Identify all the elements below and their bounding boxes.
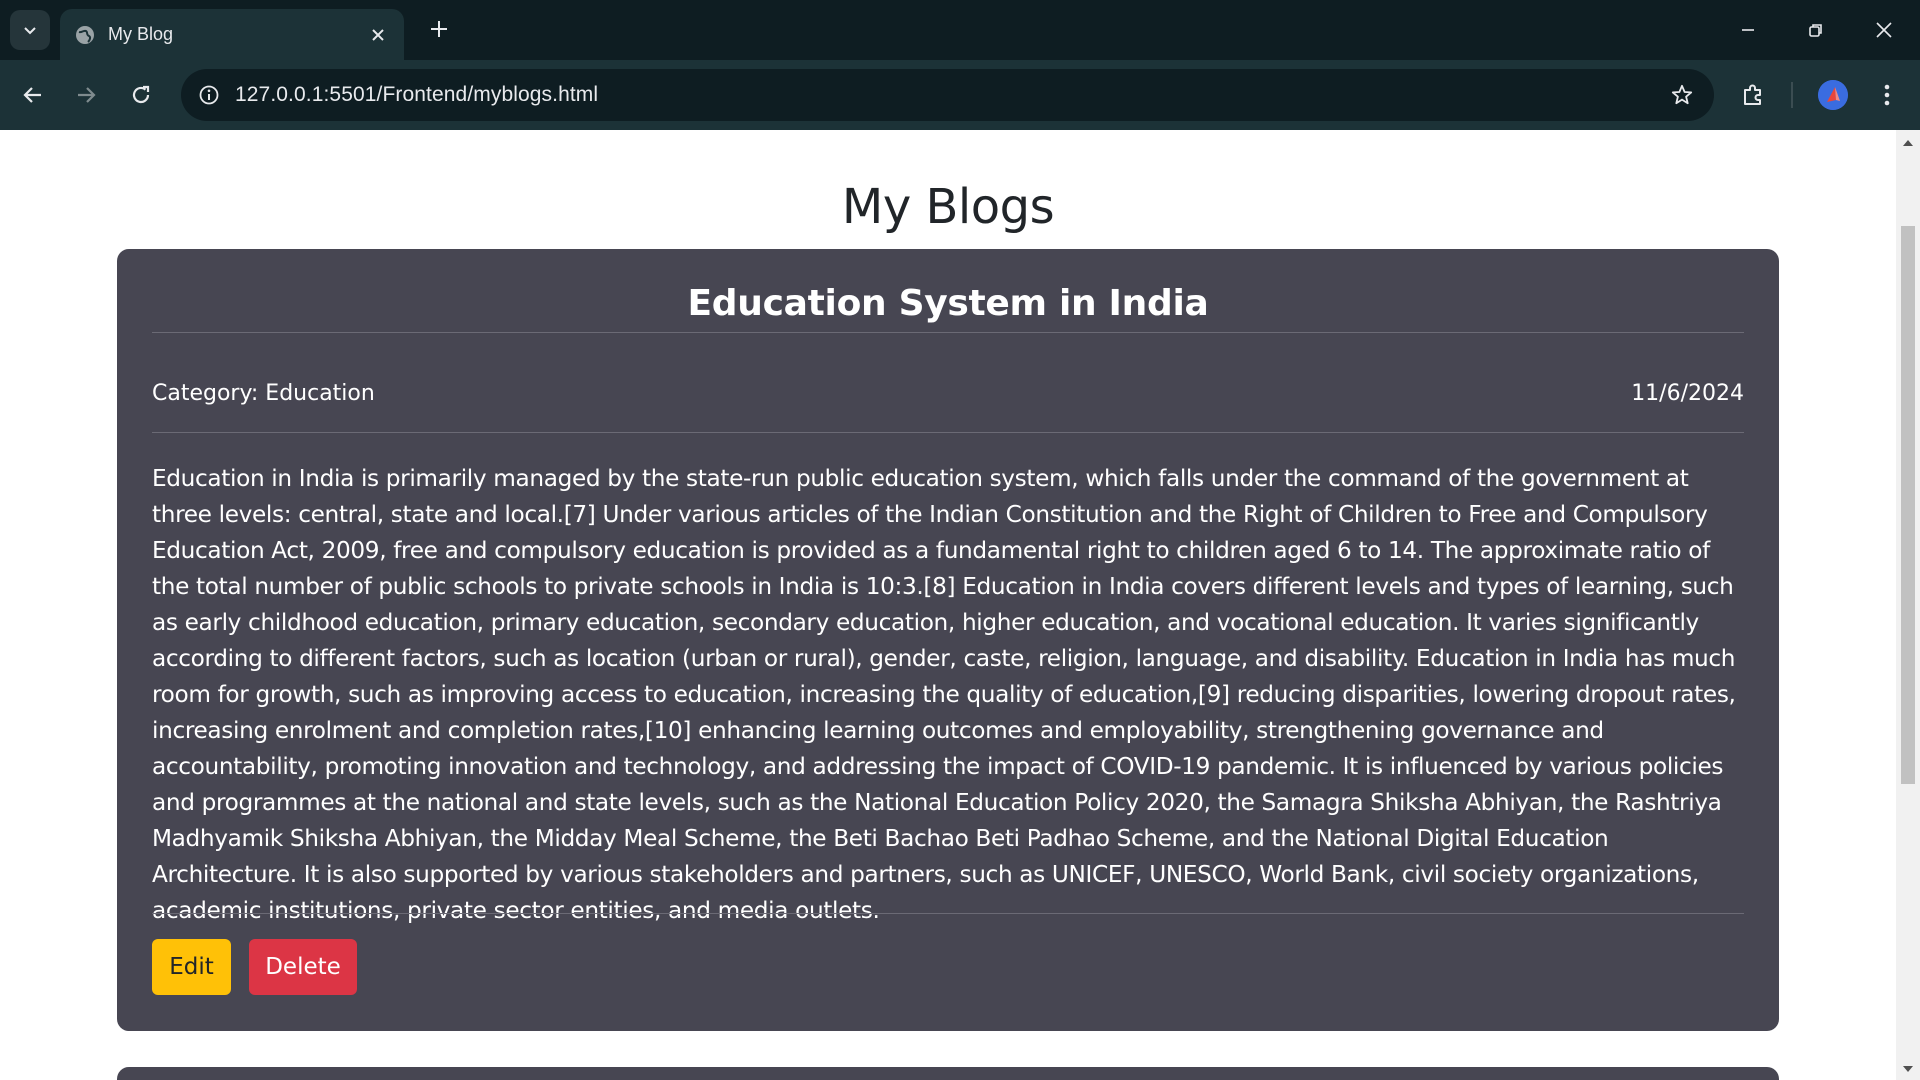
browser-tabstrip: My Blog [0, 0, 1920, 60]
reload-icon [132, 85, 150, 104]
star-icon[interactable] [1664, 77, 1700, 113]
address-bar[interactable]: 127.0.0.1:5501/Frontend/myblogs.html [181, 69, 1714, 121]
browser-toolbar: 127.0.0.1:5501/Frontend/myblogs.html [0, 60, 1920, 130]
url-text[interactable]: 127.0.0.1:5501/Frontend/myblogs.html [235, 83, 598, 107]
plus-icon [431, 21, 447, 37]
blog-date: 11/6/2024 [1631, 381, 1744, 406]
close-window-button[interactable] [1860, 10, 1908, 50]
close-icon[interactable] [366, 23, 390, 47]
minimize-icon [1742, 29, 1754, 31]
scroll-down-arrow[interactable] [1896, 1058, 1920, 1080]
arrow-left-icon [23, 87, 41, 103]
avatar[interactable] [1818, 80, 1848, 110]
forward-button[interactable] [68, 77, 104, 113]
globe-icon [74, 24, 96, 46]
arrow-right-icon [78, 87, 96, 103]
menu-button[interactable] [1869, 77, 1905, 113]
delete-button[interactable]: Delete [249, 939, 357, 995]
scroll-up-arrow[interactable] [1896, 132, 1920, 154]
chevron-down-icon [24, 27, 36, 35]
tab-title: My Blog [108, 24, 174, 44]
reload-button[interactable] [123, 77, 159, 113]
minimize-button[interactable] [1724, 10, 1772, 50]
blog-category: Category: Education [152, 381, 375, 406]
puzzle-icon [1744, 84, 1761, 105]
page-viewport: My Blogs Education System in India Categ… [0, 130, 1896, 1080]
blog-card: Education System in India Category: Educ… [117, 249, 1779, 1031]
info-icon[interactable] [191, 77, 227, 113]
browser-tab-active[interactable]: My Blog [60, 9, 404, 60]
page-title: My Blogs [841, 179, 1055, 235]
blog-content: Education in India is primarily managed … [152, 465, 1736, 924]
restore-button[interactable] [1792, 10, 1840, 50]
kebab-menu-icon [1884, 84, 1890, 106]
extensions-button[interactable] [1735, 77, 1771, 113]
close-icon [1876, 22, 1892, 38]
restore-icon [1809, 24, 1822, 37]
scroll-thumb[interactable] [1901, 226, 1915, 784]
divider [152, 913, 1744, 914]
back-button[interactable] [15, 77, 51, 113]
page-scrollbar[interactable] [1896, 130, 1920, 1080]
tab-search-button[interactable] [10, 10, 50, 50]
new-tab-button[interactable] [424, 14, 454, 44]
divider [152, 432, 1744, 433]
toolbar-divider [1791, 82, 1793, 108]
divider [152, 332, 1744, 333]
blog-card [117, 1067, 1779, 1080]
edit-button[interactable]: Edit [152, 939, 231, 995]
blog-title: Education System in India [687, 283, 1209, 324]
